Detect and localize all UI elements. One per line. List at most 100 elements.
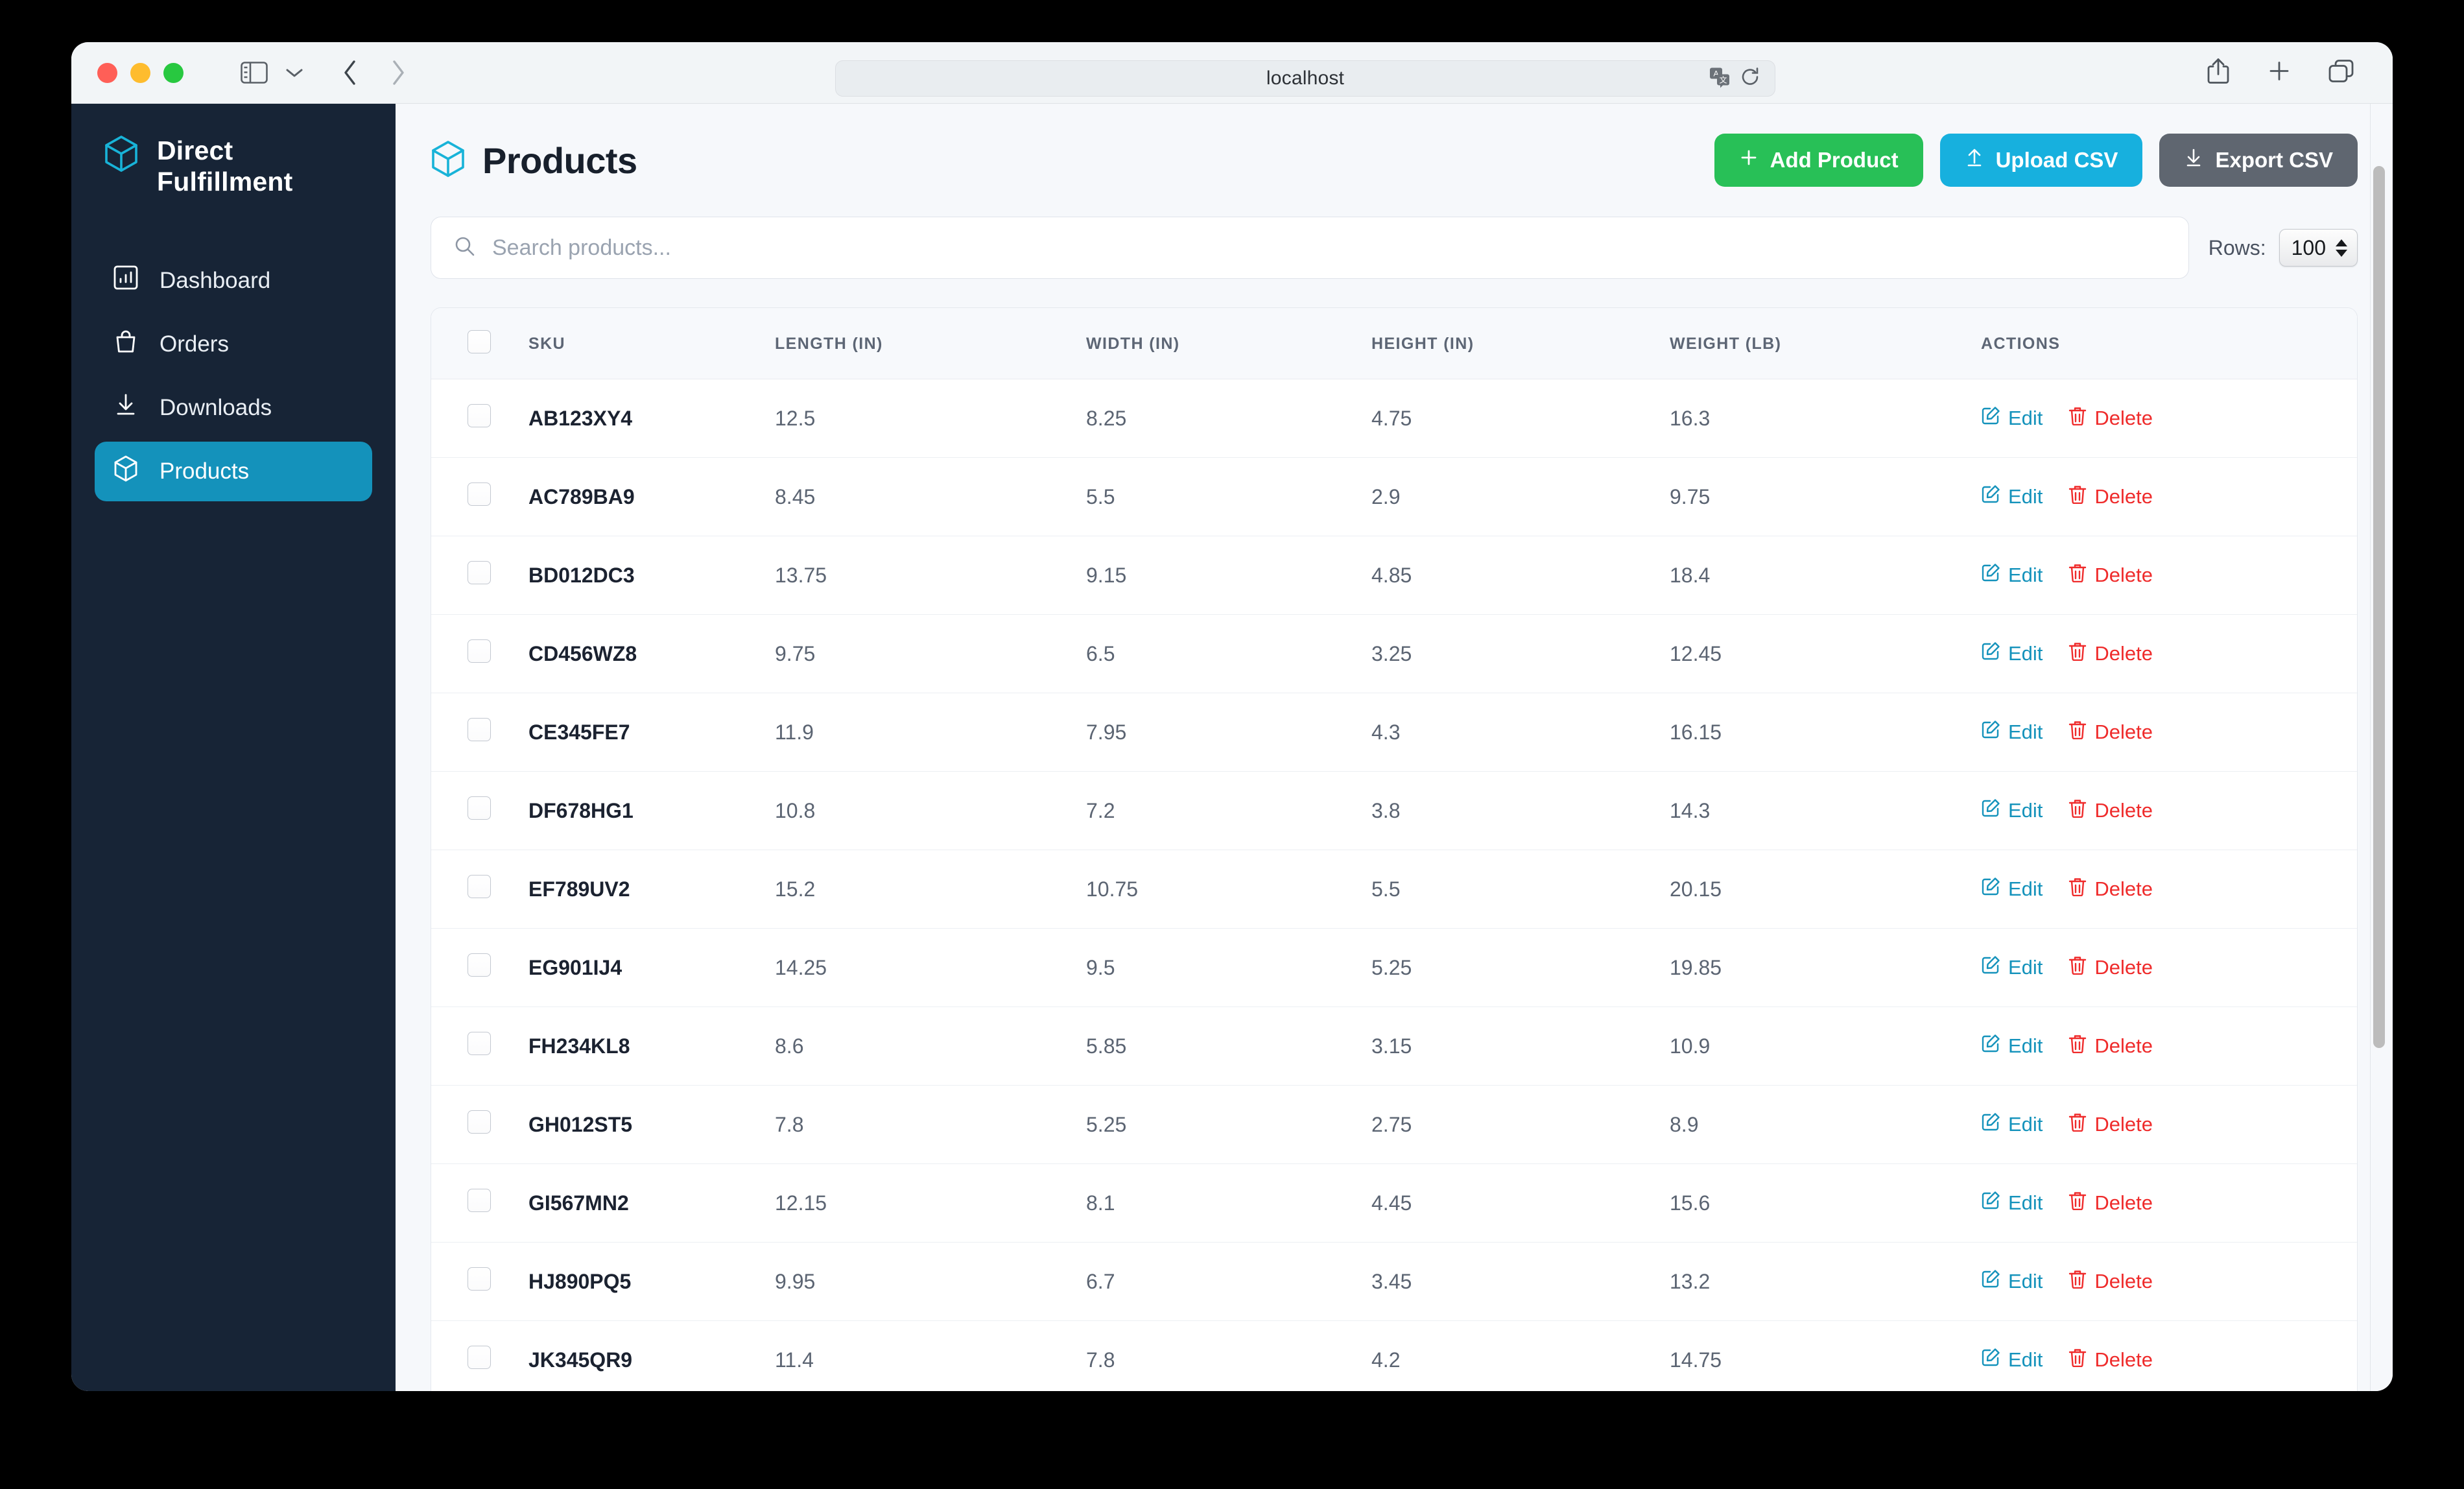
rows-select[interactable]: 100	[2279, 229, 2358, 267]
scrollbar-thumb[interactable]	[2373, 166, 2385, 1048]
add-product-button[interactable]: Add Product	[1714, 134, 1923, 187]
column-header-sku[interactable]: SKU	[528, 308, 775, 379]
delete-button[interactable]: Delete	[2068, 641, 2153, 666]
edit-button[interactable]: Edit	[1981, 955, 2043, 980]
delete-button[interactable]: Delete	[2068, 1348, 2153, 1372]
row-checkbox[interactable]	[468, 404, 491, 427]
pencil-square-icon	[1981, 877, 2000, 901]
delete-button[interactable]: Delete	[2068, 1191, 2153, 1215]
column-header-weight[interactable]: WEIGHT (LB)	[1670, 308, 1981, 379]
tab-overview-icon[interactable]	[2328, 58, 2355, 88]
edit-button[interactable]: Edit	[1981, 406, 2043, 431]
sidebar-item-dashboard[interactable]: Dashboard	[95, 251, 372, 311]
edit-button[interactable]: Edit	[1981, 1269, 2043, 1294]
select-all-checkbox[interactable]	[468, 330, 491, 353]
row-select-cell	[431, 1085, 528, 1164]
cell-actions: Edit Delete	[1981, 1242, 2357, 1321]
forward-chevron-icon[interactable]	[390, 59, 407, 86]
table-row: CE345FE7 11.9 7.95 4.3 16.15 Edit Delete	[431, 693, 2357, 772]
cell-actions: Edit Delete	[1981, 771, 2357, 850]
edit-button[interactable]: Edit	[1981, 877, 2043, 901]
search-input[interactable]: Search products...	[431, 217, 2189, 279]
delete-label: Delete	[2094, 877, 2153, 900]
edit-button[interactable]: Edit	[1981, 1034, 2043, 1058]
delete-label: Delete	[2094, 1034, 2153, 1057]
table-row: AB123XY4 12.5 8.25 4.75 16.3 Edit Delete	[431, 379, 2357, 458]
edit-button[interactable]: Edit	[1981, 720, 2043, 744]
sidebar-item-label: Products	[160, 458, 250, 484]
column-header-height[interactable]: HEIGHT (IN)	[1371, 308, 1670, 379]
row-checkbox[interactable]	[468, 796, 491, 820]
export-csv-button[interactable]: Export CSV	[2159, 134, 2358, 187]
pencil-square-icon	[1981, 1112, 2000, 1137]
table-body: AB123XY4 12.5 8.25 4.75 16.3 Edit Delete AC789B…	[431, 379, 2357, 1391]
cell-actions: Edit Delete	[1981, 1085, 2357, 1164]
address-bar[interactable]: localhost A 文	[835, 60, 1775, 97]
trash-icon	[2068, 641, 2087, 666]
upload-csv-button[interactable]: Upload CSV	[1939, 134, 2143, 187]
cell-sku: GH012ST5	[528, 1085, 775, 1164]
plus-icon[interactable]	[2267, 59, 2292, 87]
row-checkbox[interactable]	[468, 482, 491, 506]
column-header-length[interactable]: LENGTH (IN)	[775, 308, 1086, 379]
cell-length: 12.15	[775, 1163, 1086, 1243]
row-checkbox[interactable]	[468, 718, 491, 741]
edit-button[interactable]: Edit	[1981, 1191, 2043, 1215]
rows-value: 100	[2291, 235, 2326, 259]
delete-button[interactable]: Delete	[2068, 406, 2153, 431]
delete-button[interactable]: Delete	[2068, 563, 2153, 588]
row-checkbox[interactable]	[468, 1110, 491, 1134]
edit-button[interactable]: Edit	[1981, 798, 2043, 823]
row-checkbox[interactable]	[468, 875, 491, 898]
row-checkbox[interactable]	[468, 639, 491, 663]
delete-button[interactable]: Delete	[2068, 798, 2153, 823]
row-checkbox[interactable]	[468, 1267, 491, 1291]
back-chevron-icon[interactable]	[342, 59, 359, 86]
row-checkbox[interactable]	[468, 1346, 491, 1369]
sidebar-toggle-icon[interactable]	[241, 62, 268, 84]
edit-button[interactable]: Edit	[1981, 1112, 2043, 1137]
edit-button[interactable]: Edit	[1981, 1348, 2043, 1372]
maximize-window-button[interactable]	[163, 62, 184, 83]
cell-width: 6.7	[1086, 1242, 1371, 1321]
cell-height: 4.3	[1371, 693, 1670, 772]
trash-icon	[2068, 484, 2087, 509]
delete-button[interactable]: Delete	[2068, 1112, 2153, 1137]
table-row: HJ890PQ5 9.95 6.7 3.45 13.2 Edit Delete	[431, 1242, 2357, 1321]
row-checkbox[interactable]	[468, 1032, 491, 1055]
edit-button[interactable]: Edit	[1981, 641, 2043, 666]
close-window-button[interactable]	[97, 62, 117, 83]
content-scrollbar[interactable]	[2371, 166, 2387, 1388]
delete-button[interactable]: Delete	[2068, 720, 2153, 744]
delete-button[interactable]: Delete	[2068, 955, 2153, 980]
delete-button[interactable]: Delete	[2068, 1269, 2153, 1294]
chevron-down-icon[interactable]	[285, 66, 304, 79]
delete-button[interactable]: Delete	[2068, 877, 2153, 901]
table-row: BD012DC3 13.75 9.15 4.85 18.4 Edit Delete	[431, 536, 2357, 615]
plus-icon	[1739, 148, 1759, 173]
titlebar-right-actions	[2206, 57, 2355, 89]
sidebar-item-orders[interactable]: Orders	[95, 315, 372, 374]
delete-button[interactable]: Delete	[2068, 1034, 2153, 1058]
sidebar-item-products[interactable]: Products	[95, 441, 372, 501]
cell-length: 8.45	[775, 457, 1086, 536]
row-checkbox[interactable]	[468, 953, 491, 977]
row-select-cell	[431, 536, 528, 615]
delete-label: Delete	[2094, 1113, 2153, 1136]
table-row: AC789BA9 8.45 5.5 2.9 9.75 Edit Delete	[431, 457, 2357, 536]
share-icon[interactable]	[2206, 57, 2231, 89]
translate-icon[interactable]: A 文	[1709, 66, 1731, 91]
cell-actions: Edit Delete	[1981, 928, 2357, 1007]
row-checkbox[interactable]	[468, 561, 491, 584]
column-header-width[interactable]: WIDTH (IN)	[1086, 308, 1371, 379]
table-row: EF789UV2 15.2 10.75 5.5 20.15 Edit Delete	[431, 850, 2357, 929]
row-checkbox[interactable]	[468, 1189, 491, 1212]
edit-button[interactable]: Edit	[1981, 484, 2043, 509]
brand-text: Direct Fulfillment	[157, 135, 292, 198]
edit-button[interactable]: Edit	[1981, 563, 2043, 588]
delete-button[interactable]: Delete	[2068, 484, 2153, 509]
reload-icon[interactable]	[1740, 67, 1760, 91]
row-select-cell	[431, 1242, 528, 1321]
sidebar-item-downloads[interactable]: Downloads	[95, 378, 372, 438]
minimize-window-button[interactable]	[130, 62, 150, 83]
